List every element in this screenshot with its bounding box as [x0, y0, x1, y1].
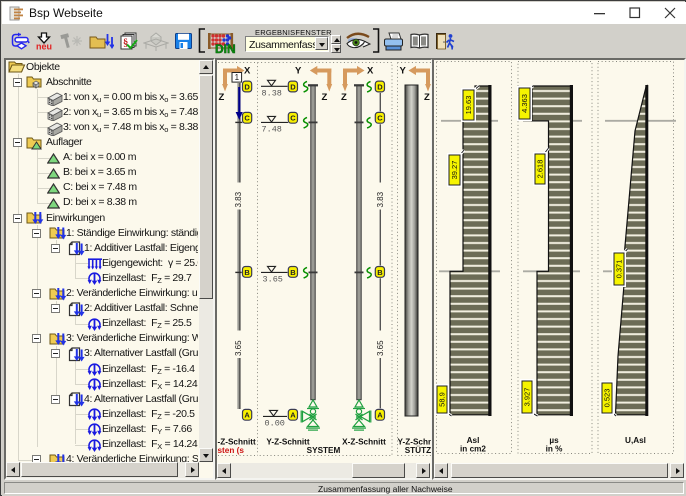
svg-text:B: B: [377, 268, 383, 277]
svg-text:Z: Z: [322, 92, 328, 103]
svg-text:in cm2: in cm2: [460, 445, 486, 454]
svg-text:C: C: [290, 114, 296, 123]
svg-text:SYSTEM: SYSTEM: [307, 446, 341, 455]
svg-text:U,Asl: U,Asl: [625, 436, 646, 445]
svg-text:8.38: 8.38: [262, 88, 282, 98]
svg-text:B: B: [244, 268, 250, 277]
svg-text:1: 1: [235, 73, 240, 82]
svg-text:Y: Y: [295, 66, 302, 77]
svg-text:3.83: 3.83: [234, 191, 243, 207]
svg-text:4.363: 4.363: [520, 94, 529, 113]
svg-text:A: A: [377, 411, 383, 420]
svg-text:sten (s: sten (s: [218, 446, 245, 455]
svg-text:X-Z-Schnitt: X-Z-Schnitt: [342, 438, 386, 447]
svg-text:C: C: [244, 114, 250, 123]
svg-text:0.523: 0.523: [603, 389, 612, 408]
svg-text:Z: Z: [341, 92, 347, 103]
svg-text:3.65: 3.65: [376, 340, 385, 356]
svg-text:D: D: [244, 82, 250, 91]
svg-text:C: C: [377, 114, 383, 123]
svg-text:neu: neu: [36, 42, 52, 52]
svg-text:58.9: 58.9: [438, 392, 447, 407]
svg-text:3.83: 3.83: [376, 191, 385, 207]
svg-text:Y-Z-Schnitt: Y-Z-Schnitt: [266, 438, 309, 447]
svg-text:X: X: [244, 66, 251, 77]
svg-text:STÜTZEN: STÜTZEN: [405, 445, 431, 455]
svg-text:7.48: 7.48: [262, 124, 282, 134]
svg-text:A: A: [244, 411, 250, 420]
svg-text:19.63: 19.63: [464, 96, 473, 115]
svg-text:A: A: [290, 411, 296, 420]
svg-text:3.65: 3.65: [234, 340, 243, 356]
svg-text:0.371: 0.371: [615, 260, 624, 279]
svg-text:X: X: [367, 66, 374, 77]
svg-text:in %: in %: [546, 445, 564, 454]
svg-text:Z: Z: [219, 92, 225, 103]
svg-text:3.65: 3.65: [263, 274, 283, 284]
svg-text:DIN: DIN: [215, 42, 236, 54]
svg-text:D: D: [377, 82, 383, 91]
svg-text:§: §: [123, 38, 128, 49]
svg-text:D: D: [290, 82, 296, 91]
svg-text:B: B: [290, 268, 296, 277]
svg-text:Z: Z: [424, 92, 430, 103]
svg-text:2.618: 2.618: [536, 160, 545, 179]
svg-text:3.927: 3.927: [523, 388, 532, 407]
svg-text:39.27: 39.27: [450, 161, 459, 180]
svg-text:0.00: 0.00: [265, 418, 285, 428]
svg-text:Y: Y: [400, 66, 407, 77]
